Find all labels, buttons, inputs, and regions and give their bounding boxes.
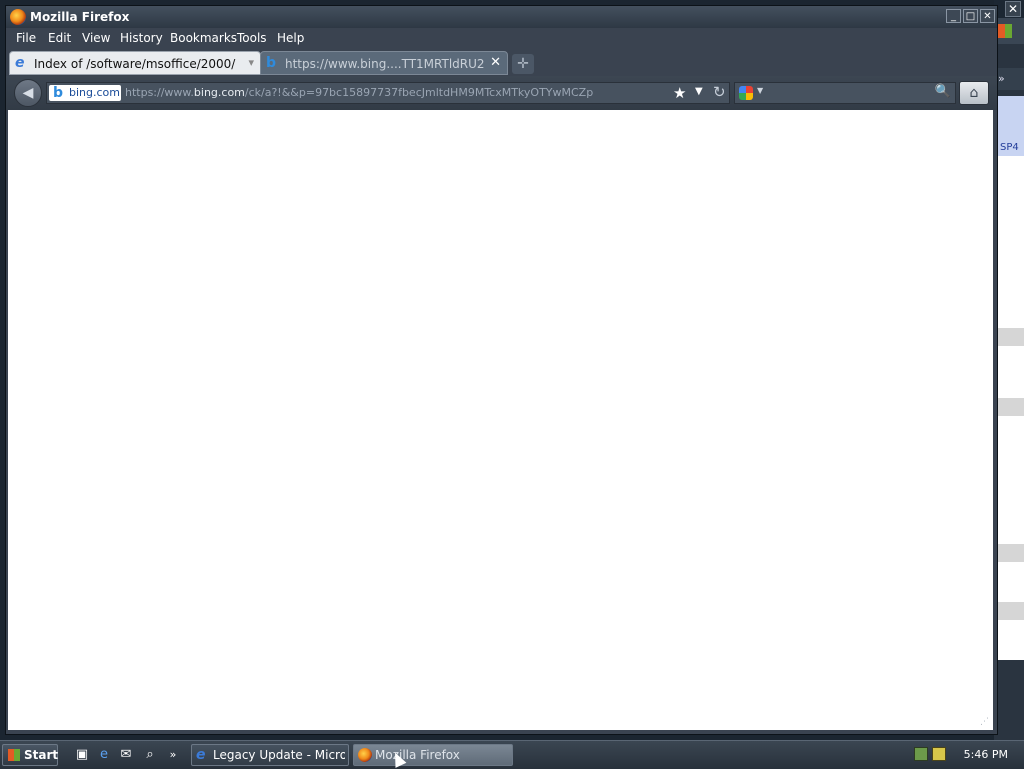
- site-identity-button[interactable]: b bing.com: [49, 85, 121, 101]
- minimize-button[interactable]: _: [946, 9, 961, 23]
- menu-bar: File Edit View History Bookmarks Tools H…: [6, 28, 997, 48]
- task-label: Legacy Update - Microsof...: [213, 748, 345, 762]
- page-content[interactable]: ⋰: [8, 110, 993, 730]
- taskbar-item-firefox[interactable]: Mozilla Firefox: [353, 744, 513, 766]
- tab-bar: e Index of /software/msoffice/2000/ ▾ b …: [6, 48, 997, 76]
- address-bar[interactable]: b bing.com https://www.bing.com/ck/a?!&&…: [46, 82, 730, 104]
- navigation-toolbar: ◀ b bing.com https://www.bing.com/ck/a?!…: [6, 76, 997, 110]
- menu-bookmarks[interactable]: Bookmarks: [170, 31, 237, 45]
- home-icon: ⌂: [969, 85, 979, 101]
- resize-grip-icon[interactable]: ⋰: [980, 717, 990, 727]
- system-tray: 5:46 PM: [908, 743, 1022, 767]
- background-content: [994, 96, 1024, 660]
- close-button[interactable]: ✕: [980, 9, 995, 23]
- tab-bing[interactable]: b https://www.bing....TT1MRTldRU2M&ntb=1…: [260, 51, 508, 75]
- url-host: bing.com: [193, 86, 245, 99]
- firefox-icon: [358, 748, 372, 762]
- background-nav-strip: »: [994, 68, 1024, 90]
- background-row: [994, 602, 1024, 620]
- url-prefix: https://www.: [125, 86, 194, 99]
- star-icon[interactable]: ★: [673, 84, 686, 102]
- menu-edit[interactable]: Edit: [48, 31, 71, 45]
- ie-icon: e: [15, 55, 25, 71]
- ie-icon[interactable]: e: [96, 747, 112, 763]
- bing-icon: b: [266, 55, 277, 71]
- clock[interactable]: 5:46 PM: [964, 748, 1008, 761]
- back-arrow-icon: ◀: [22, 85, 34, 101]
- home-button[interactable]: ⌂: [959, 81, 989, 105]
- security-icon[interactable]: [932, 747, 946, 761]
- tab-label: https://www.bing....TT1MRTldRU2M&ntb=1: [285, 57, 485, 71]
- taskbar-item-legacy-update[interactable]: e Legacy Update - Microsof...: [191, 744, 349, 766]
- start-label: Start: [24, 748, 59, 762]
- background-row: [994, 398, 1024, 416]
- title-bar[interactable]: Mozilla Firefox _ □ ✕: [6, 6, 997, 28]
- menu-file[interactable]: File: [16, 31, 36, 45]
- new-tab-button[interactable]: ✛: [512, 54, 534, 74]
- tab-dropdown-icon[interactable]: ▾: [248, 56, 254, 69]
- search-bar[interactable]: ▼ 🔍: [734, 82, 956, 104]
- background-window: ✕ » SP4: [994, 0, 1024, 740]
- chevron-right-icon[interactable]: »: [165, 747, 181, 763]
- ie-icon: e: [196, 747, 206, 763]
- back-button[interactable]: ◀: [14, 79, 42, 107]
- menu-view[interactable]: View: [82, 31, 110, 45]
- menu-tools[interactable]: Tools: [237, 31, 267, 45]
- windows-logo-icon: [998, 24, 1012, 38]
- window-title: Mozilla Firefox: [30, 10, 130, 24]
- firefox-icon[interactable]: [10, 9, 26, 25]
- network-icon[interactable]: [914, 747, 928, 761]
- tab-label: Index of /software/msoffice/2000/: [34, 57, 236, 71]
- show-desktop-icon[interactable]: ▣: [74, 747, 90, 763]
- search-icon[interactable]: 🔍: [935, 84, 951, 99]
- bing-icon: b: [53, 85, 64, 101]
- background-row: [994, 328, 1024, 346]
- url-path: /ck/a?!&&p=97bc15897737fbecJmltdHM9MTcxM…: [244, 86, 593, 99]
- windows-logo-icon: [8, 749, 20, 761]
- taskbar: Start ▣ e ✉ ⌕ » e Legacy Update - Micros…: [0, 740, 1024, 769]
- start-button[interactable]: Start: [2, 744, 58, 766]
- search-input[interactable]: [769, 85, 931, 103]
- search-icon[interactable]: ⌕: [142, 747, 158, 763]
- menu-help[interactable]: Help: [277, 31, 304, 45]
- background-side-label: SP4: [1000, 142, 1019, 153]
- background-close-icon[interactable]: ✕: [1005, 1, 1021, 17]
- dropdown-icon[interactable]: ▼: [695, 86, 703, 97]
- firefox-window: Mozilla Firefox _ □ ✕ File Edit View His…: [5, 5, 998, 735]
- maximize-button[interactable]: □: [963, 9, 978, 23]
- site-identity-label: bing.com: [69, 86, 120, 99]
- url-text[interactable]: https://www.bing.com/ck/a?!&&p=97bc15897…: [125, 86, 593, 99]
- google-icon[interactable]: [739, 86, 753, 100]
- reload-icon[interactable]: ↻: [713, 83, 726, 101]
- outlook-icon[interactable]: ✉: [118, 747, 134, 763]
- background-row: [994, 544, 1024, 562]
- tab-close-icon[interactable]: ✕: [490, 55, 501, 70]
- tab-index-msoffice[interactable]: e Index of /software/msoffice/2000/ ▾: [9, 51, 261, 75]
- engine-dropdown-icon[interactable]: ▼: [757, 86, 763, 95]
- menu-history[interactable]: History: [120, 31, 163, 45]
